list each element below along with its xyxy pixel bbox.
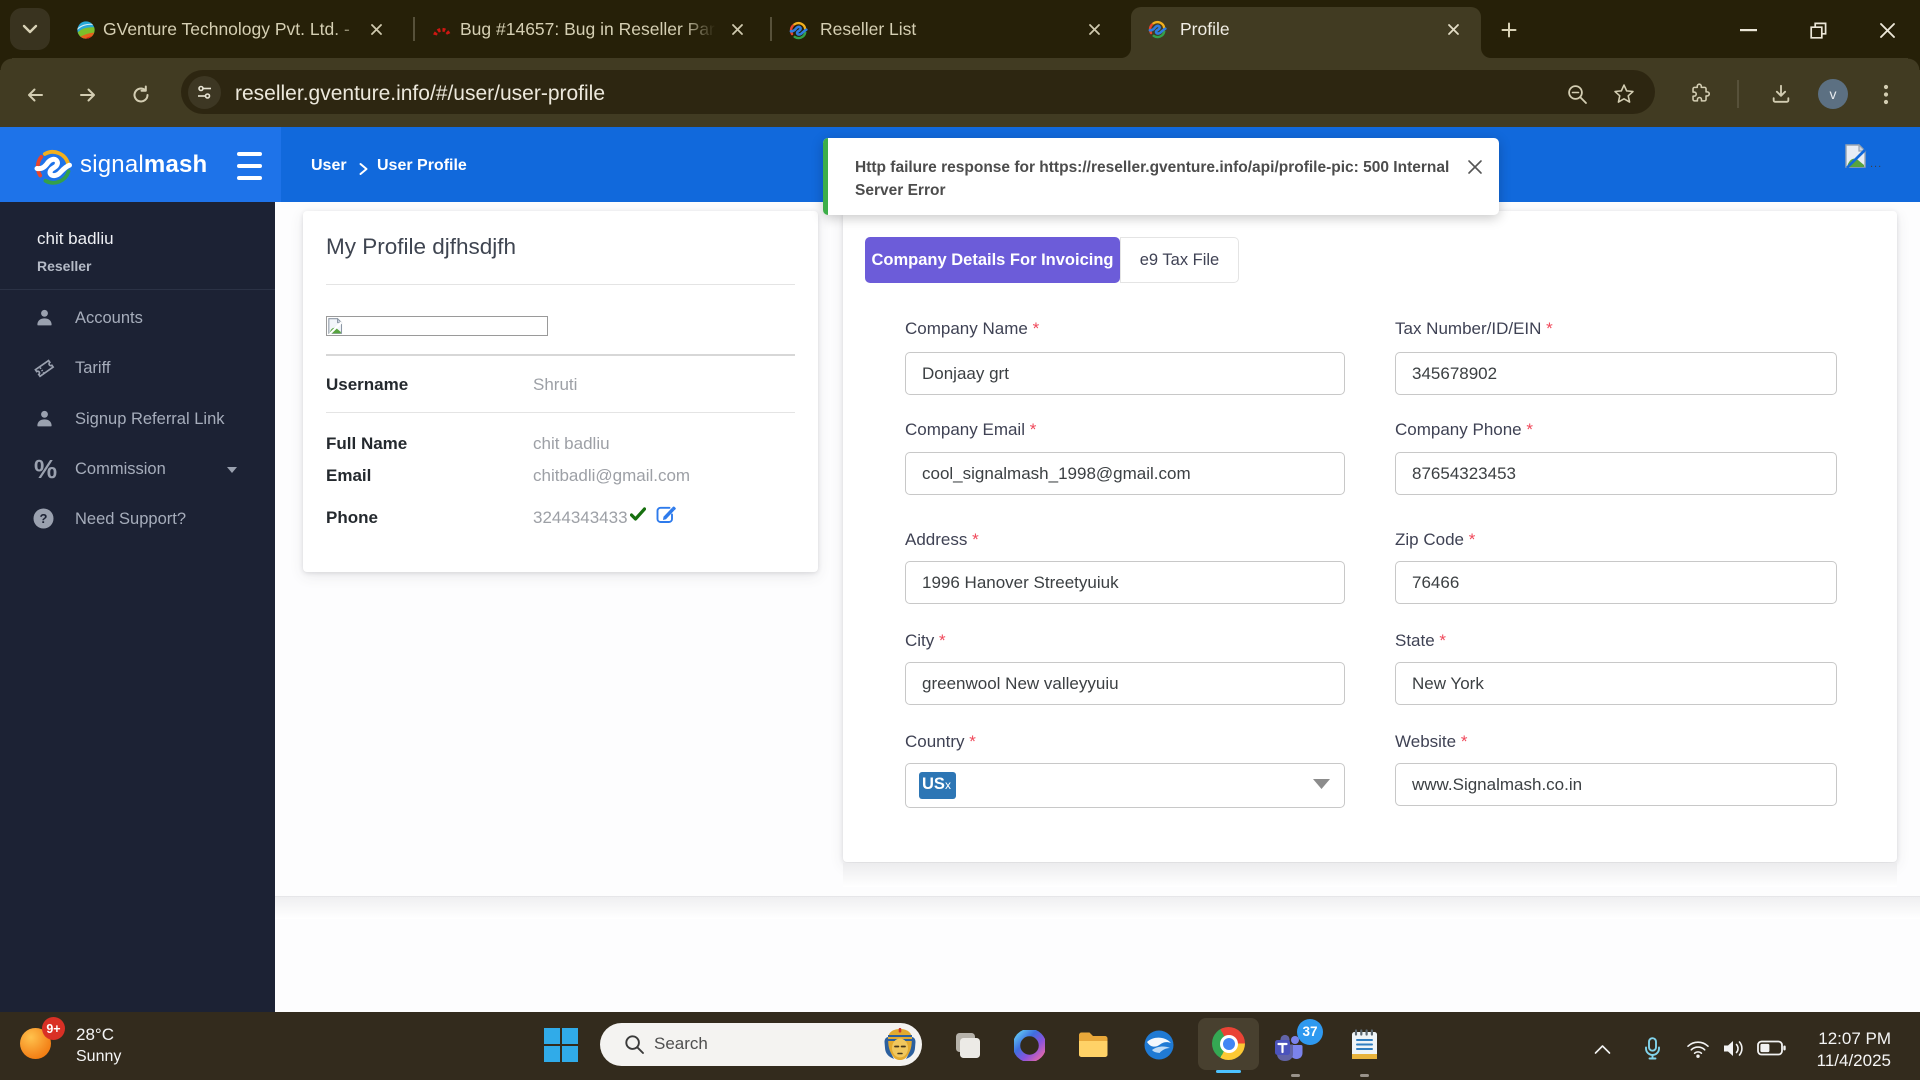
svg-text:?: ?: [40, 511, 48, 526]
